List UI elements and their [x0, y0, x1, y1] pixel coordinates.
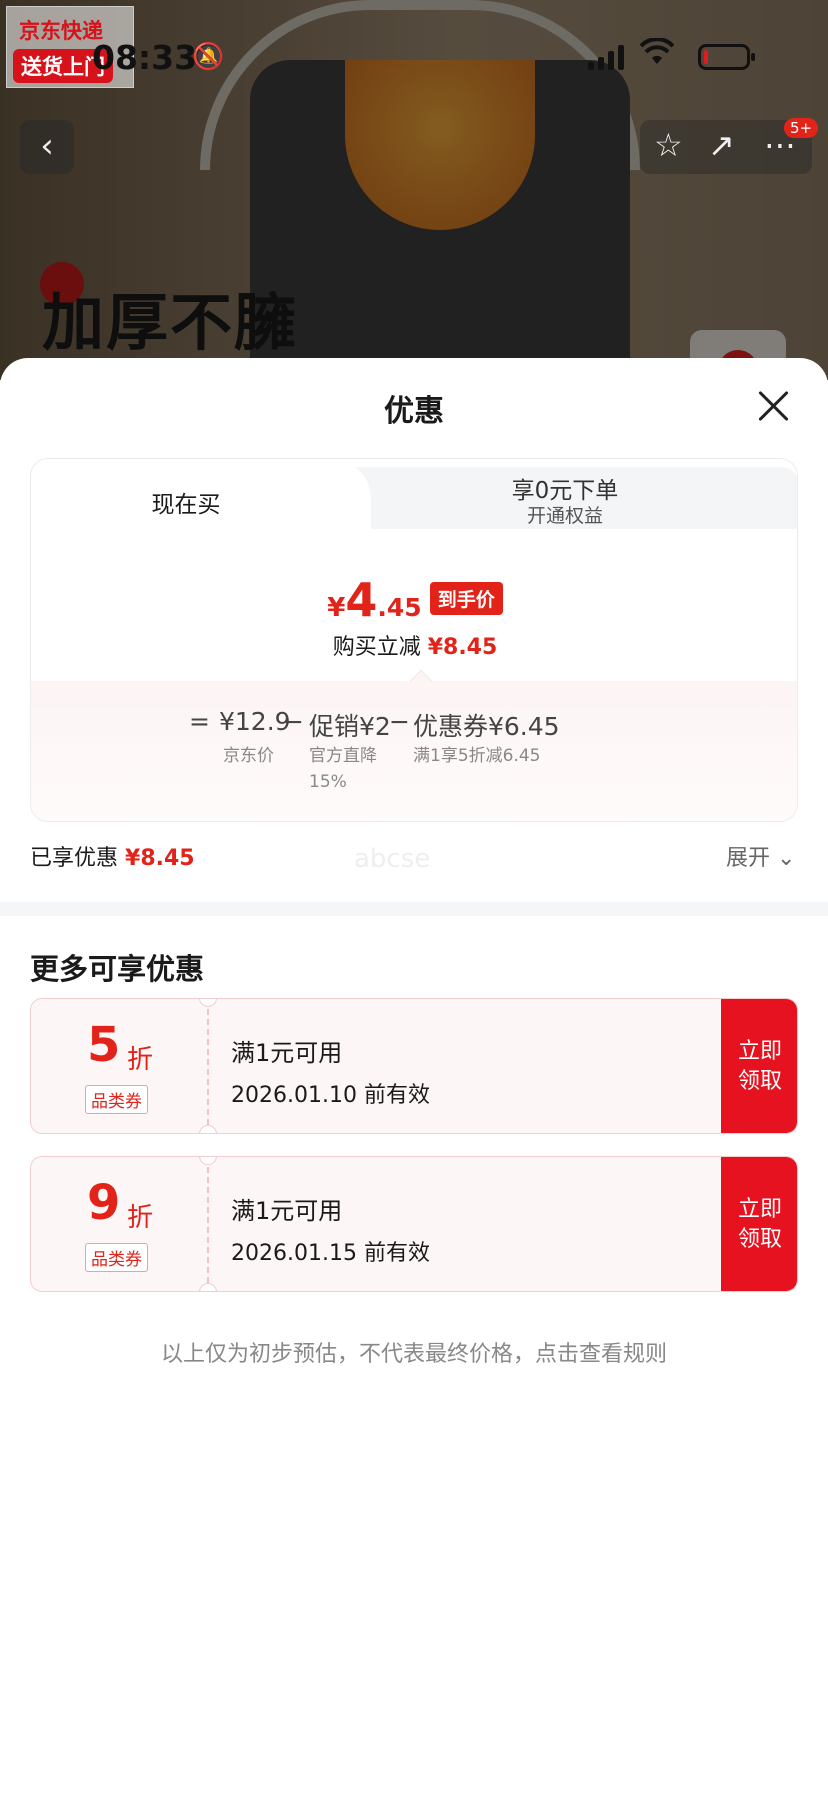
final-price-tag: 到手价 [429, 582, 503, 615]
back-button[interactable]: ‹ [20, 120, 74, 174]
claim-button-line2: 领取 [737, 1227, 782, 1252]
enjoyed-discount: 已享优惠 ¥8.45 [30, 840, 195, 872]
coupon-category-tag: 品类券 [85, 1243, 148, 1272]
watermark: abcse [354, 844, 431, 874]
share-icon[interactable]: ↗ [708, 126, 735, 164]
coupon-discount-number: 5 [87, 1017, 121, 1073]
coupon-card: 9 折 品类券 满1元可用 2026.01.15 前有效 立即 领取 [30, 1156, 798, 1292]
price-formula: = ¥12.9 − 促销¥2 − 优惠券¥6.45 京东价 官方直降 15% 满… [31, 669, 797, 821]
status-bar: 08:33 🔕 [0, 30, 828, 80]
coupon-condition: 满1元可用 [231, 1197, 343, 1225]
close-icon[interactable] [756, 388, 792, 424]
price-card: 现在买 享0元下单 开通权益 ¥4.45 到手价 购买立减 ¥8.45 = ¥12… [30, 458, 798, 822]
discount-sheet: 优惠 现在买 享0元下单 开通权益 ¥4.45 到手价 购买立减 ¥8.45 = … [0, 358, 828, 1795]
formula-equals: = [189, 707, 210, 736]
coupon-validity: 2026.01.10 前有效 [231, 1083, 430, 1108]
price-rules-note[interactable]: 以上仅为初步预估，不代表最终价格，点击查看规则 [0, 1336, 828, 1368]
formula-minus-1: − [283, 707, 304, 736]
final-price: ¥4.45 到手价 [31, 573, 797, 633]
battery-icon [698, 44, 755, 70]
coupon-category-tag: 品类券 [85, 1085, 148, 1114]
section-divider [0, 902, 828, 916]
claim-button-line1: 立即 [737, 1197, 782, 1222]
coupon-discount-unit: 折 [127, 1045, 154, 1075]
chevron-down-icon: ⌄ [777, 846, 796, 871]
coupon-validity: 2026.01.15 前有效 [231, 1241, 430, 1266]
claim-button-line2: 领取 [737, 1069, 782, 1094]
claim-coupon-button[interactable]: 立即 领取 [721, 999, 797, 1133]
expand-label: 展开 [726, 846, 771, 871]
formula-base-label: 京东价 [223, 746, 274, 766]
wifi-icon [639, 37, 675, 74]
tab-zero-order-sub: 开通权益 [526, 505, 603, 527]
sheet-title: 优惠 [384, 394, 444, 429]
save-prefix: 购买立减 [332, 635, 421, 660]
tab-buy-now-label: 现在买 [151, 492, 221, 518]
back-arrow-icon: ‹ [40, 126, 54, 166]
formula-minus-2: − [389, 707, 410, 736]
formula-coupon-label: 满1享5折减6.45 [413, 746, 541, 766]
coupon-card: 5 折 品类券 满1元可用 2026.01.10 前有效 立即 领取 [30, 998, 798, 1134]
coupon-discount-number: 9 [87, 1175, 121, 1231]
price-decimal: .45 [377, 593, 422, 622]
expand-button[interactable]: 展开 ⌄ [726, 840, 795, 872]
tab-zero-order-title: 享0元下单 [511, 478, 619, 504]
formula-promo-label-1: 官方直降 [309, 746, 377, 766]
save-line: 购买立减 ¥8.45 [31, 629, 797, 661]
price-integer: 4 [345, 573, 378, 627]
save-amount: ¥8.45 [427, 635, 498, 660]
cart-count-badge: 5+ [784, 118, 819, 138]
formula-base-price: ¥12.9 [219, 707, 291, 736]
status-time: 08:33 [92, 38, 198, 77]
formula-promo: 促销¥2 [309, 712, 391, 741]
claim-button-line1: 立即 [737, 1039, 782, 1064]
formula-promo-label-2: 15% [309, 772, 347, 792]
bell-mute-icon: 🔕 [192, 42, 225, 72]
signal-icon [588, 44, 624, 70]
coupon-condition: 满1元可用 [231, 1039, 343, 1067]
coupon-discount-unit: 折 [127, 1203, 154, 1233]
price-currency: ¥ [327, 593, 346, 623]
enjoyed-label: 已享优惠 [30, 846, 119, 871]
more-discounts-title: 更多可享优惠 [30, 952, 205, 986]
star-icon[interactable]: ☆ [654, 126, 683, 164]
formula-coupon: 优惠券¥6.45 [413, 712, 560, 741]
claim-coupon-button[interactable]: 立即 领取 [721, 1157, 797, 1291]
enjoyed-amount: ¥8.45 [125, 846, 195, 871]
